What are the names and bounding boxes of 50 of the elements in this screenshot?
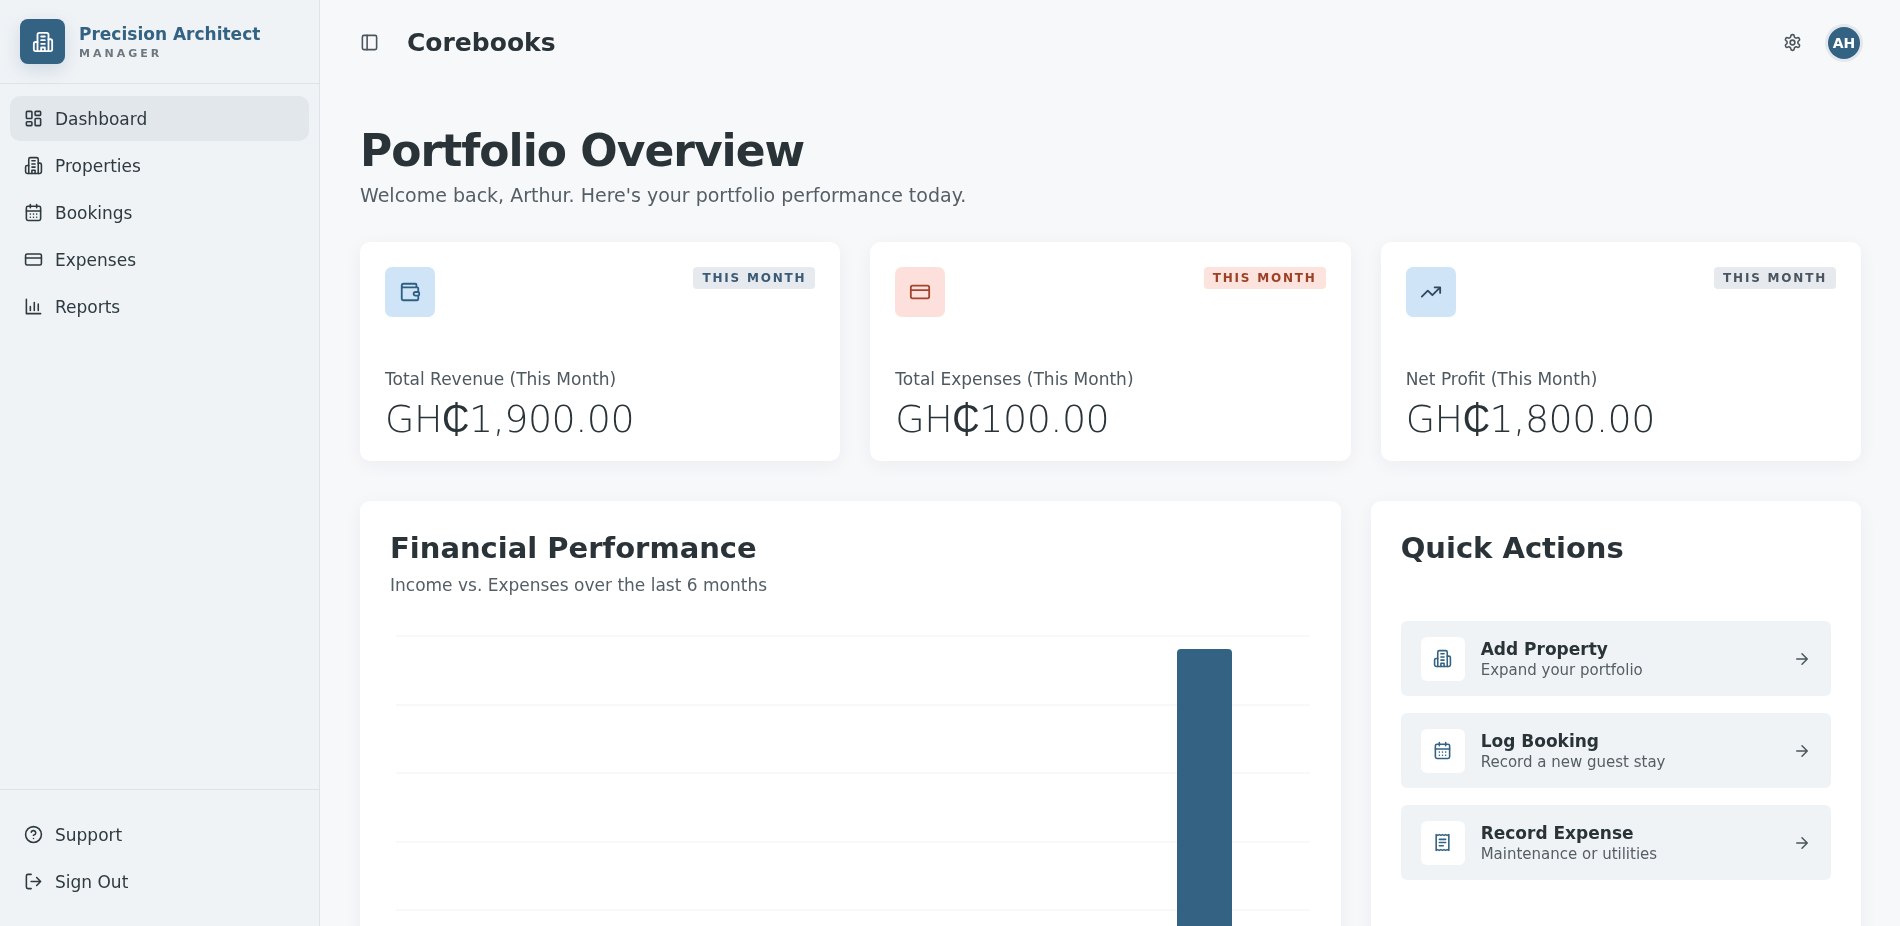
stat-label: Net Profit (This Month) bbox=[1405, 369, 1599, 389]
receipt-icon bbox=[1433, 833, 1453, 852]
building-icon bbox=[1433, 649, 1453, 668]
nav-item[interactable]: Reports bbox=[10, 284, 309, 329]
stat-label: Total Expenses (This Month) bbox=[895, 369, 1135, 389]
action-subtitle: Record a new guest stay bbox=[1480, 752, 1667, 771]
action-subtitle: Maintenance or utilities bbox=[1480, 844, 1659, 863]
period-badge: THIS MONTH bbox=[693, 267, 816, 289]
stat-value: GH₵1,800.00 bbox=[1405, 397, 1656, 441]
page-subtitle: Welcome back, Arthur. Here's your portfolio performance today. bbox=[360, 184, 968, 206]
settings-button[interactable] bbox=[1783, 33, 1802, 52]
brand-name: Precision Architect bbox=[79, 23, 261, 44]
sidebar-toggle-button[interactable] bbox=[360, 33, 379, 52]
period-badge: THIS MONTH bbox=[1714, 267, 1836, 289]
brand-subtitle: MANAGER bbox=[79, 46, 164, 60]
settings-icon bbox=[1783, 33, 1802, 52]
bar-chart-icon bbox=[24, 297, 43, 316]
quick-action-item[interactable]: Record Expense Maintenance or utilities bbox=[1400, 805, 1831, 880]
action-subtitle: Expand your portfolio bbox=[1480, 660, 1644, 679]
grid-icon bbox=[24, 109, 43, 128]
action-title: Log Booking bbox=[1480, 730, 1600, 751]
stat-value: GH₵1,900.00 bbox=[385, 397, 636, 441]
app-title: Corebooks bbox=[407, 28, 557, 57]
nav-item[interactable]: Sign Out bbox=[10, 859, 309, 904]
credit-card-icon bbox=[24, 250, 43, 269]
building-icon bbox=[31, 30, 54, 53]
wallet-icon bbox=[399, 281, 421, 303]
sidebar-panel-icon bbox=[360, 33, 379, 52]
nav-item[interactable]: Support bbox=[10, 812, 309, 857]
building-icon bbox=[24, 156, 43, 175]
stat-label: Total Revenue (This Month) bbox=[385, 369, 618, 389]
period-badge: THIS MONTH bbox=[1203, 267, 1326, 289]
nav-item[interactable]: Dashboard bbox=[10, 96, 309, 141]
stat-value: GH₵100.00 bbox=[895, 397, 1111, 441]
help-icon bbox=[24, 825, 43, 844]
quick-action-item[interactable]: Log Booking Record a new guest stay bbox=[1400, 713, 1831, 788]
logout-icon bbox=[24, 872, 43, 891]
page-title: Portfolio Overview bbox=[360, 125, 806, 176]
user-avatar[interactable]: AH bbox=[1828, 26, 1860, 59]
card-title: Quick Actions bbox=[1400, 531, 1625, 565]
nav-item[interactable]: Properties bbox=[10, 143, 309, 188]
card-subtitle: Income vs. Expenses over the last 6 months bbox=[390, 575, 769, 595]
action-title: Add Property bbox=[1480, 638, 1609, 659]
calendar-icon bbox=[1433, 741, 1453, 760]
quick-action-item[interactable]: Add Property Expand your portfolio bbox=[1400, 621, 1831, 696]
calendar-icon bbox=[24, 203, 43, 222]
nav-item[interactable]: Bookings bbox=[10, 190, 309, 235]
card-title: Financial Performance bbox=[390, 531, 758, 565]
nav-item[interactable]: Expenses bbox=[10, 237, 309, 282]
action-title: Record Expense bbox=[1480, 822, 1635, 843]
